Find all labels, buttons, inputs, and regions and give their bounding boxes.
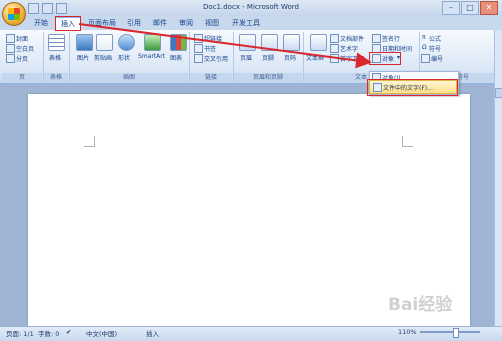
office-button[interactable] [2,2,26,26]
proofing-icon[interactable]: ✔ [66,328,71,336]
zoom-slider-thumb[interactable] [453,328,459,338]
insert-mode[interactable]: 插入 [146,328,159,338]
zoom-slider[interactable] [420,331,480,333]
status-bar [0,326,502,341]
watermark: Bai经验 [388,295,453,315]
language-indicator[interactable]: 中文(中国) [86,328,117,338]
word-count[interactable]: 字数: 0 [38,328,59,338]
annotation-arrow [78,23,372,69]
zoom-level[interactable]: 110% [398,328,417,336]
office-logo-icon [8,8,20,20]
page-count[interactable]: 页面: 1/1 [6,328,34,338]
